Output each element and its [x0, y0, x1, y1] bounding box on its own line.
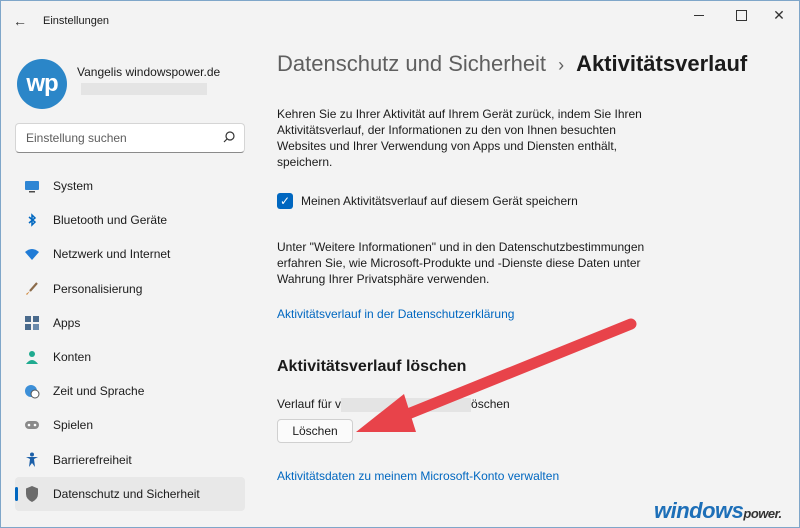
- back-arrow-icon: ←: [13, 13, 27, 29]
- minimize-button[interactable]: [681, 5, 717, 25]
- sidebar-item-apps[interactable]: Apps: [15, 306, 245, 340]
- bluetooth-icon: [24, 212, 40, 228]
- settings-window: ← Einstellungen ✕ wp Vangelis windowspow…: [0, 0, 800, 528]
- sidebar-item-accessibility[interactable]: Barrierefreiheit: [15, 443, 245, 477]
- info-text: Unter "Weitere Informationen" und in den…: [277, 240, 645, 286]
- redacted-email: [81, 83, 207, 95]
- history-suffix: öschen: [471, 397, 510, 411]
- sidebar-item-system[interactable]: System: [15, 169, 245, 203]
- maximize-button[interactable]: [723, 5, 759, 25]
- gamepad-icon: [24, 417, 40, 433]
- manage-account-data-link[interactable]: Aktivitätsdaten zu meinem Microsoft-Kont…: [277, 469, 559, 483]
- save-history-label: Meinen Aktivitätsverlauf auf diesem Gerä…: [301, 194, 578, 208]
- search-input[interactable]: [24, 129, 224, 147]
- app-title: Einstellungen: [43, 15, 110, 27]
- minimize-icon: [694, 14, 704, 16]
- title-bar: ← Einstellungen ✕: [1, 1, 799, 39]
- apps-icon: [24, 315, 40, 331]
- sidebar-nav: System Bluetooth und Geräte Netzwerk und…: [15, 169, 245, 511]
- watermark-logo: windowspower.: [654, 498, 782, 524]
- privacy-statement-link[interactable]: Aktivitätsverlauf in der Datenschutzerkl…: [277, 307, 514, 321]
- search-icon[interactable]: [222, 130, 236, 144]
- sidebar-item-label: Datenschutz und Sicherheit: [53, 486, 200, 501]
- sidebar-item-time-language[interactable]: Zeit und Sprache: [15, 374, 245, 408]
- intro-text: Kehren Sie zu Ihrer Aktivität auf Ihrem …: [277, 107, 642, 169]
- checkmark-icon: ✓: [279, 194, 291, 208]
- monitor-icon: [24, 178, 40, 194]
- sidebar-item-label: Netzwerk und Internet: [53, 247, 171, 262]
- sidebar-item-accounts[interactable]: Konten: [15, 340, 245, 374]
- breadcrumb-chevron-icon: ›: [558, 55, 565, 75]
- avatar[interactable]: wp: [17, 59, 67, 109]
- main-content: Datenschutz und Sicherheit › Aktivitätsver…: [259, 39, 799, 527]
- save-history-option[interactable]: ✓ Meinen Aktivitätsverlauf auf diesem Ge…: [277, 193, 578, 209]
- close-icon: ✕: [773, 7, 785, 23]
- history-for-account: Verlauf für v öschen: [277, 397, 510, 412]
- sidebar-item-label: Barrierefreiheit: [53, 452, 132, 467]
- sidebar-item-label: Bluetooth und Geräte: [53, 213, 168, 228]
- maximize-icon: [735, 9, 747, 21]
- breadcrumb: Datenschutz und Sicherheit › Aktivitätsver…: [277, 51, 747, 77]
- watermark-text: windows: [654, 498, 744, 523]
- accessibility-icon: [24, 452, 40, 468]
- sidebar-item-privacy-security[interactable]: Datenschutz und Sicherheit: [15, 476, 245, 511]
- sidebar-item-label: Konten: [53, 350, 92, 365]
- person-icon: [24, 349, 40, 365]
- sidebar-item-label: Spielen: [53, 418, 94, 433]
- shield-icon: [24, 485, 40, 502]
- sidebar-item-gaming[interactable]: Spielen: [15, 408, 245, 442]
- sidebar-item-label: Zeit und Sprache: [53, 384, 145, 399]
- wifi-icon: [24, 246, 40, 262]
- save-history-checkbox[interactable]: ✓: [277, 193, 293, 209]
- brush-icon: [24, 281, 40, 297]
- back-button[interactable]: ←: [9, 10, 31, 32]
- breadcrumb-parent[interactable]: Datenschutz und Sicherheit: [277, 51, 546, 76]
- sidebar-item-network[interactable]: Netzwerk und Internet: [15, 237, 245, 271]
- watermark-suffix: power.: [743, 506, 782, 521]
- history-prefix: Verlauf für v: [277, 397, 342, 411]
- user-name: Vangelis windowspower.de: [77, 65, 221, 79]
- globe-clock-icon: [24, 383, 40, 399]
- avatar-initials: wp: [26, 70, 58, 97]
- page-title: Aktivitätsverlauf: [576, 51, 748, 76]
- section-title-clear-history: Aktivitätsverlauf löschen: [277, 358, 467, 375]
- sidebar-item-label: System: [53, 179, 94, 194]
- sidebar-item-personalization[interactable]: Personalisierung: [15, 272, 245, 306]
- search-box: [15, 123, 245, 153]
- close-button[interactable]: ✕: [761, 5, 797, 25]
- sidebar-item-label: Personalisierung: [53, 281, 143, 296]
- sidebar-item-bluetooth[interactable]: Bluetooth und Geräte: [15, 203, 245, 237]
- redacted-account: [341, 397, 472, 412]
- sidebar-item-label: Apps: [53, 315, 81, 330]
- delete-history-button[interactable]: Löschen: [277, 419, 353, 443]
